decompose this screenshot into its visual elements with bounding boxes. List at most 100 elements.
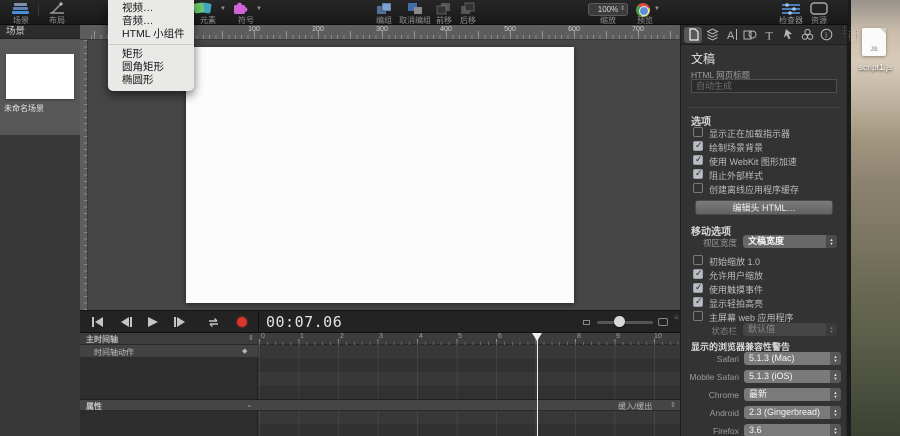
- playhead-marker[interactable]: [532, 333, 542, 341]
- layouts-button[interactable]: 布局: [42, 0, 72, 25]
- desktop-file-icon[interactable]: JS: [862, 28, 886, 56]
- inspector-title: 文稿: [691, 50, 715, 67]
- time-label: 9: [616, 333, 620, 340]
- tab-scene[interactable]: [703, 27, 721, 43]
- play-button[interactable]: [143, 315, 163, 329]
- browser-android-value: 2.3 (Gingerbread): [749, 407, 820, 417]
- statusbar-select[interactable]: 默认值: [743, 323, 837, 336]
- time-label: 2: [340, 333, 344, 340]
- inspector-toggle-button[interactable]: 检查器: [778, 0, 804, 25]
- easing-stepper-icon[interactable]: ⇕: [670, 401, 676, 409]
- timeline-select-stepper-icon[interactable]: ⇕: [248, 334, 254, 342]
- time-label: 6: [498, 333, 502, 340]
- record-dot-icon: [237, 317, 247, 327]
- ruler-label: 100: [248, 26, 260, 33]
- time-label: 8: [577, 333, 581, 340]
- time-label: 5: [458, 333, 462, 340]
- checkbox-checked[interactable]: [693, 269, 703, 279]
- desktop-background: JS script1.js: [851, 0, 900, 436]
- timeline-zoom-in-icon[interactable]: [658, 318, 668, 326]
- browser-mobile-safari-value: 5.1.3 (iOS): [749, 371, 793, 381]
- menu-item-html-widget[interactable]: HTML 小组件: [108, 28, 194, 41]
- current-time-display: 00:07.06: [266, 313, 342, 331]
- bring-forward-button[interactable]: 前移: [432, 0, 456, 25]
- group-button[interactable]: 编组: [370, 0, 398, 25]
- transport-separator: [258, 311, 259, 333]
- symbols-dropdown-arrow: ▼: [256, 6, 262, 12]
- resources-button[interactable]: 资源: [806, 0, 832, 25]
- elements-button[interactable]: ▼ 元素: [190, 0, 226, 25]
- viewport-width-select[interactable]: 文稿宽度: [743, 235, 837, 248]
- html-title-input[interactable]: 自动生成: [691, 79, 837, 93]
- select-stepper-icon: [830, 370, 841, 383]
- tab-physics[interactable]: [798, 27, 816, 43]
- scene-stage[interactable]: [186, 47, 574, 303]
- checkbox-checked[interactable]: [693, 141, 703, 151]
- checkbox-checked[interactable]: [693, 169, 703, 179]
- timeline-zoom-slider[interactable]: [597, 321, 653, 324]
- send-backward-button[interactable]: 后移: [456, 0, 480, 25]
- inspector-panel: A T i ⋮ 文稿 HTML 网页标题 自动生成 选项: [680, 25, 846, 436]
- browser-mobile-safari-select[interactable]: 5.1.3 (iOS): [744, 370, 841, 383]
- svg-text:T: T: [765, 29, 773, 42]
- checkbox-checked[interactable]: [693, 155, 703, 165]
- elements-dropdown-arrow: ▼: [220, 6, 226, 12]
- tab-identity[interactable]: i: [817, 27, 835, 43]
- tab-element[interactable]: [741, 27, 759, 43]
- step-back-button[interactable]: [116, 315, 136, 329]
- symbols-button[interactable]: ▼ 符号: [230, 0, 262, 25]
- scenes-button[interactable]: 场景: [6, 0, 36, 25]
- menu-item-rectangle[interactable]: 矩形: [108, 48, 194, 61]
- timeline-time-ruler[interactable]: 0 1 2 3 4 5 6 7 8 9 10: [258, 333, 680, 345]
- tab-typography[interactable]: T: [760, 27, 778, 43]
- ungroup-button[interactable]: 取消编组: [398, 0, 432, 25]
- timeline-layer-list: [80, 358, 258, 399]
- select-stepper-icon: [830, 352, 841, 365]
- zoom-stepper-icon: ⇕: [620, 4, 625, 15]
- timeline-tracks-upper[interactable]: [258, 345, 680, 399]
- checkbox-unchecked[interactable]: [693, 127, 703, 137]
- ruler-label: 200: [312, 26, 324, 33]
- checkbox-unchecked[interactable]: [693, 311, 703, 321]
- browser-safari-value: 5.1.3 (Mac): [749, 353, 795, 363]
- record-button[interactable]: [232, 315, 252, 329]
- edit-head-html-button[interactable]: 编辑头 HTML…: [695, 200, 833, 215]
- jump-to-start-button[interactable]: [88, 315, 108, 329]
- inspector-tab-bar: A T i ⋮: [681, 25, 847, 45]
- browser-safari-select[interactable]: 5.1.3 (Mac): [744, 352, 841, 365]
- checkbox-unchecked[interactable]: [693, 183, 703, 193]
- tab-actions[interactable]: [779, 27, 797, 43]
- checkbox-checked[interactable]: [693, 283, 703, 293]
- keyframe-diamond-icon[interactable]: ◆: [242, 347, 247, 355]
- menu-item-rounded-rectangle[interactable]: 圆角矩形: [108, 61, 194, 74]
- step-forward-button[interactable]: [170, 315, 190, 329]
- properties-collapse-icon[interactable]: ⌄: [246, 400, 253, 409]
- toolbar-separator: [38, 4, 39, 16]
- browser-chrome-label: Chrome: [681, 390, 739, 400]
- menu-item-audio[interactable]: 音频…: [108, 15, 194, 28]
- tab-document[interactable]: [684, 27, 702, 43]
- browser-firefox-select[interactable]: 3.6: [744, 424, 841, 436]
- timeline-zoom-out-icon[interactable]: [583, 320, 590, 325]
- menu-item-video[interactable]: 视频…: [108, 2, 194, 15]
- timeline-tracks-lower[interactable]: [258, 411, 680, 436]
- checkbox-unchecked[interactable]: [693, 255, 703, 265]
- browser-chrome-select[interactable]: 最新: [744, 388, 841, 401]
- timeline-actions-row[interactable]: 时间轴动作 ◆: [80, 345, 258, 358]
- timeline-zoom-knob[interactable]: [614, 316, 625, 327]
- browser-android-select[interactable]: 2.3 (Gingerbread): [744, 406, 841, 419]
- scene-list-item[interactable]: 未命名场景: [0, 39, 80, 135]
- tab-metrics[interactable]: A: [722, 27, 740, 43]
- properties-header[interactable]: 属性 ⌄ 缓入/缓出 ⇕: [80, 399, 680, 411]
- checkbox-checked[interactable]: [693, 297, 703, 307]
- playhead-line[interactable]: [537, 333, 538, 436]
- zoom-label: 缩放: [600, 15, 616, 26]
- time-label: 4: [419, 333, 423, 340]
- loop-button[interactable]: [203, 315, 223, 329]
- timeline-grip-icon[interactable]: ≡: [674, 316, 679, 320]
- preview-dropdown-arrow[interactable]: ▼: [654, 6, 660, 12]
- checkbox-label: 阻止外部样式: [709, 169, 763, 182]
- scene-thumbnail[interactable]: [6, 54, 74, 99]
- menu-item-ellipse[interactable]: 椭圆形: [108, 74, 194, 87]
- panel-resize-grip-icon[interactable]: ⋮⋮⋮⋮: [846, 33, 860, 41]
